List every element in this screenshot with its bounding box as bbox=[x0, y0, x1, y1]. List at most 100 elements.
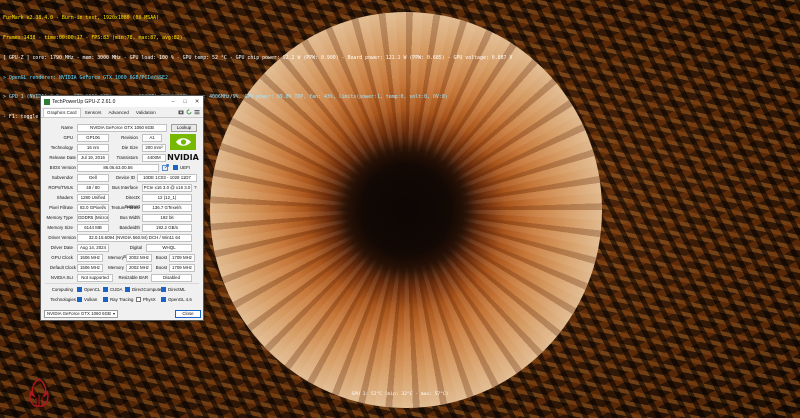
gpu-select-dropdown[interactable]: NVIDIA GeForce GTX 1060 6GB ▾ bbox=[44, 310, 118, 318]
row-bios: BIOS Version 86.06.63.00.56 UEFI bbox=[43, 163, 201, 172]
gpuclock-value[interactable]: 1506 MHz bbox=[77, 253, 103, 262]
row-driverdate: Driver Date Aug 14, 2024 Digital Signatu… bbox=[43, 243, 201, 259]
sli-value[interactable]: Not supported bbox=[77, 273, 113, 282]
technologies-label: Technologies bbox=[50, 297, 76, 302]
deviceid-value[interactable]: 10DE 1C03 - 1028 11D7 bbox=[137, 173, 197, 182]
row-shaders: Shaders 1280 Unified DirectX Support 12 … bbox=[43, 193, 201, 209]
physx-checkbox[interactable] bbox=[136, 296, 141, 302]
defclock-value[interactable]: 1506 MHz bbox=[77, 263, 103, 272]
defclock-memory-label: Memory bbox=[108, 265, 124, 270]
osd-title: FurMark v2.38.4.0 - Burn-in test, 1920x1… bbox=[3, 15, 160, 22]
row-release: Release Date Jul 19, 2016 Transistors 44… bbox=[43, 153, 201, 162]
directx-value[interactable]: 12 (12_1) bbox=[142, 193, 192, 202]
computing-label: Computing bbox=[51, 287, 73, 292]
tab-validation[interactable]: Validation bbox=[133, 109, 159, 117]
graphics-card-panel: Name NVIDIA GeForce GTX 1060 6GB Lookup … bbox=[43, 120, 201, 311]
row-sli: NVIDIA SLI Not supported Resizable BAR D… bbox=[43, 273, 201, 282]
digsig-value[interactable]: WHQL bbox=[146, 243, 192, 252]
lookup-button[interactable]: Lookup bbox=[171, 123, 197, 132]
gpuclock-label: GPU Clock bbox=[51, 255, 73, 260]
bios-value[interactable]: 86.06.63.00.56 bbox=[77, 163, 159, 172]
technology-label: Technology bbox=[50, 145, 73, 150]
buswidth-value[interactable]: 192 bit bbox=[142, 213, 192, 222]
gpuclock-boost-value[interactable]: 1709 MHz bbox=[169, 253, 195, 262]
shaders-value[interactable]: 1280 Unified bbox=[77, 193, 109, 202]
businterface-value[interactable]: PCIe x16 3.0 @ x16 3.0 bbox=[142, 183, 192, 192]
share-icon[interactable] bbox=[162, 164, 169, 171]
tab-advanced[interactable]: Advanced bbox=[105, 109, 131, 117]
rops-value[interactable]: 48 / 80 bbox=[77, 183, 109, 192]
memsize-value[interactable]: 6144 MB bbox=[77, 223, 109, 232]
camera-icon[interactable] bbox=[178, 109, 184, 115]
memtype-value[interactable]: GDDR5 (Micron) bbox=[77, 213, 109, 222]
tab-graphics-card[interactable]: Graphics Card bbox=[43, 108, 81, 117]
close-window-button[interactable]: ✕ bbox=[191, 99, 203, 105]
directcompute-label: DirectCompute bbox=[132, 287, 162, 292]
rebar-value[interactable]: Disabled bbox=[151, 273, 192, 282]
technology-value[interactable]: 16 nm bbox=[77, 143, 109, 152]
osd-gpuz-stats: [ GPU-Z ] core: 1790 MHz - mem: 3000 MHz… bbox=[3, 54, 513, 61]
texturefill-value[interactable]: 136.7 GTexel/s bbox=[142, 203, 192, 212]
gpu-value[interactable]: GP106 bbox=[77, 133, 109, 142]
title-bar[interactable]: TechPowerUp GPU-Z 2.61.0 – □ ✕ bbox=[41, 96, 203, 107]
osd-renderer: > OpenGL renderer: NVIDIA GeForce GTX 10… bbox=[3, 74, 168, 81]
defclock-boost-value[interactable]: 1709 MHz bbox=[169, 263, 195, 272]
row-technologies: Technologies Vulkan Ray Tracing PhysX Op… bbox=[43, 295, 201, 304]
sli-label: NVIDIA SLI bbox=[50, 275, 73, 280]
transistors-label: Transistors bbox=[116, 155, 138, 160]
shaders-label: Shaders bbox=[56, 195, 73, 200]
vulkan-label: Vulkan bbox=[84, 297, 98, 302]
uefi-checkbox[interactable] bbox=[173, 164, 178, 170]
raytracing-checkbox[interactable] bbox=[103, 296, 108, 302]
directcompute-checkbox[interactable] bbox=[125, 286, 130, 292]
subvendor-label: Subvendor bbox=[51, 175, 73, 180]
opengl-label: OpenGL 4.6 bbox=[168, 297, 192, 302]
window-title: TechPowerUp GPU-Z 2.61.0 bbox=[52, 98, 116, 105]
pixelfill-value[interactable]: 82.0 GPixel/s bbox=[77, 203, 109, 212]
gpuz-app-icon bbox=[44, 98, 50, 105]
row-driverversion: Driver Version 32.0.15.6094 (NVIDIA 560.… bbox=[43, 233, 201, 242]
uefi-label: UEFI bbox=[180, 165, 191, 170]
help-icon[interactable]: ? bbox=[194, 183, 197, 192]
name-value[interactable]: NVIDIA GeForce GTX 1060 6GB bbox=[77, 123, 167, 132]
subvendor-value[interactable]: Dell bbox=[77, 173, 109, 182]
minimize-button[interactable]: – bbox=[167, 99, 179, 105]
buswidth-label: Bus Width bbox=[119, 215, 140, 220]
gpuz-window[interactable]: TechPowerUp GPU-Z 2.61.0 – □ ✕ Graphics … bbox=[40, 95, 204, 321]
defclock-memory-value[interactable]: 2002 MHz bbox=[126, 263, 152, 272]
directml-checkbox[interactable] bbox=[161, 286, 166, 292]
cuda-checkbox[interactable] bbox=[103, 286, 108, 292]
opengl-checkbox[interactable] bbox=[161, 296, 166, 302]
opencl-label: OpenCL bbox=[84, 287, 101, 292]
release-value[interactable]: Jul 19, 2016 bbox=[77, 153, 109, 162]
rops-label: ROPs/TMUs bbox=[48, 185, 73, 190]
driverver-label: Driver Version bbox=[48, 235, 76, 240]
bandwidth-value[interactable]: 192.2 GB/s bbox=[142, 223, 192, 232]
close-button[interactable]: Close bbox=[175, 310, 201, 318]
gpu-select-value: NVIDIA GeForce GTX 1060 6GB bbox=[47, 311, 111, 316]
row-defaultclock: Default Clock 1506 MHz Memory 2002 MHz B… bbox=[43, 263, 201, 272]
row-gpuclock: GPU Clock 1506 MHz Memory 2002 MHz Boost… bbox=[43, 253, 201, 262]
maximize-button[interactable]: □ bbox=[179, 99, 191, 105]
transistors-value[interactable]: 4400M bbox=[142, 153, 166, 162]
diesize-value[interactable]: 200 mm² bbox=[142, 143, 166, 152]
separator bbox=[45, 283, 199, 284]
tab-sensors[interactable]: Sensors bbox=[82, 109, 105, 117]
row-computing: Computing OpenCL CUDA DirectCompute Dire… bbox=[43, 285, 201, 294]
vulkan-checkbox[interactable] bbox=[77, 296, 82, 302]
driverdate-label: Driver Date bbox=[50, 245, 73, 250]
refresh-icon[interactable] bbox=[186, 109, 192, 115]
gpuclock-boost-label: Boost bbox=[155, 255, 167, 260]
gpuclock-memory-label: Memory bbox=[108, 255, 124, 260]
menu-icon[interactable] bbox=[194, 109, 200, 115]
row-memsize: Memory Size 6144 MB Bandwidth 192.2 GB/s bbox=[43, 223, 201, 232]
gpuclock-memory-value[interactable]: 2002 MHz bbox=[126, 253, 152, 262]
bandwidth-label: Bandwidth bbox=[119, 225, 140, 230]
row-memtype: Memory Type GDDR5 (Micron) Bus Width 192… bbox=[43, 213, 201, 222]
revision-value[interactable]: A1 bbox=[142, 133, 162, 142]
rebar-label: Resizable BAR bbox=[118, 275, 148, 280]
memtype-label: Memory Type bbox=[46, 215, 73, 220]
opencl-checkbox[interactable] bbox=[77, 286, 82, 292]
driverver-value[interactable]: 32.0.15.6094 (NVIDIA 560.94) DCH / Win11… bbox=[77, 233, 192, 242]
driverdate-value[interactable]: Aug 14, 2024 bbox=[77, 243, 109, 252]
